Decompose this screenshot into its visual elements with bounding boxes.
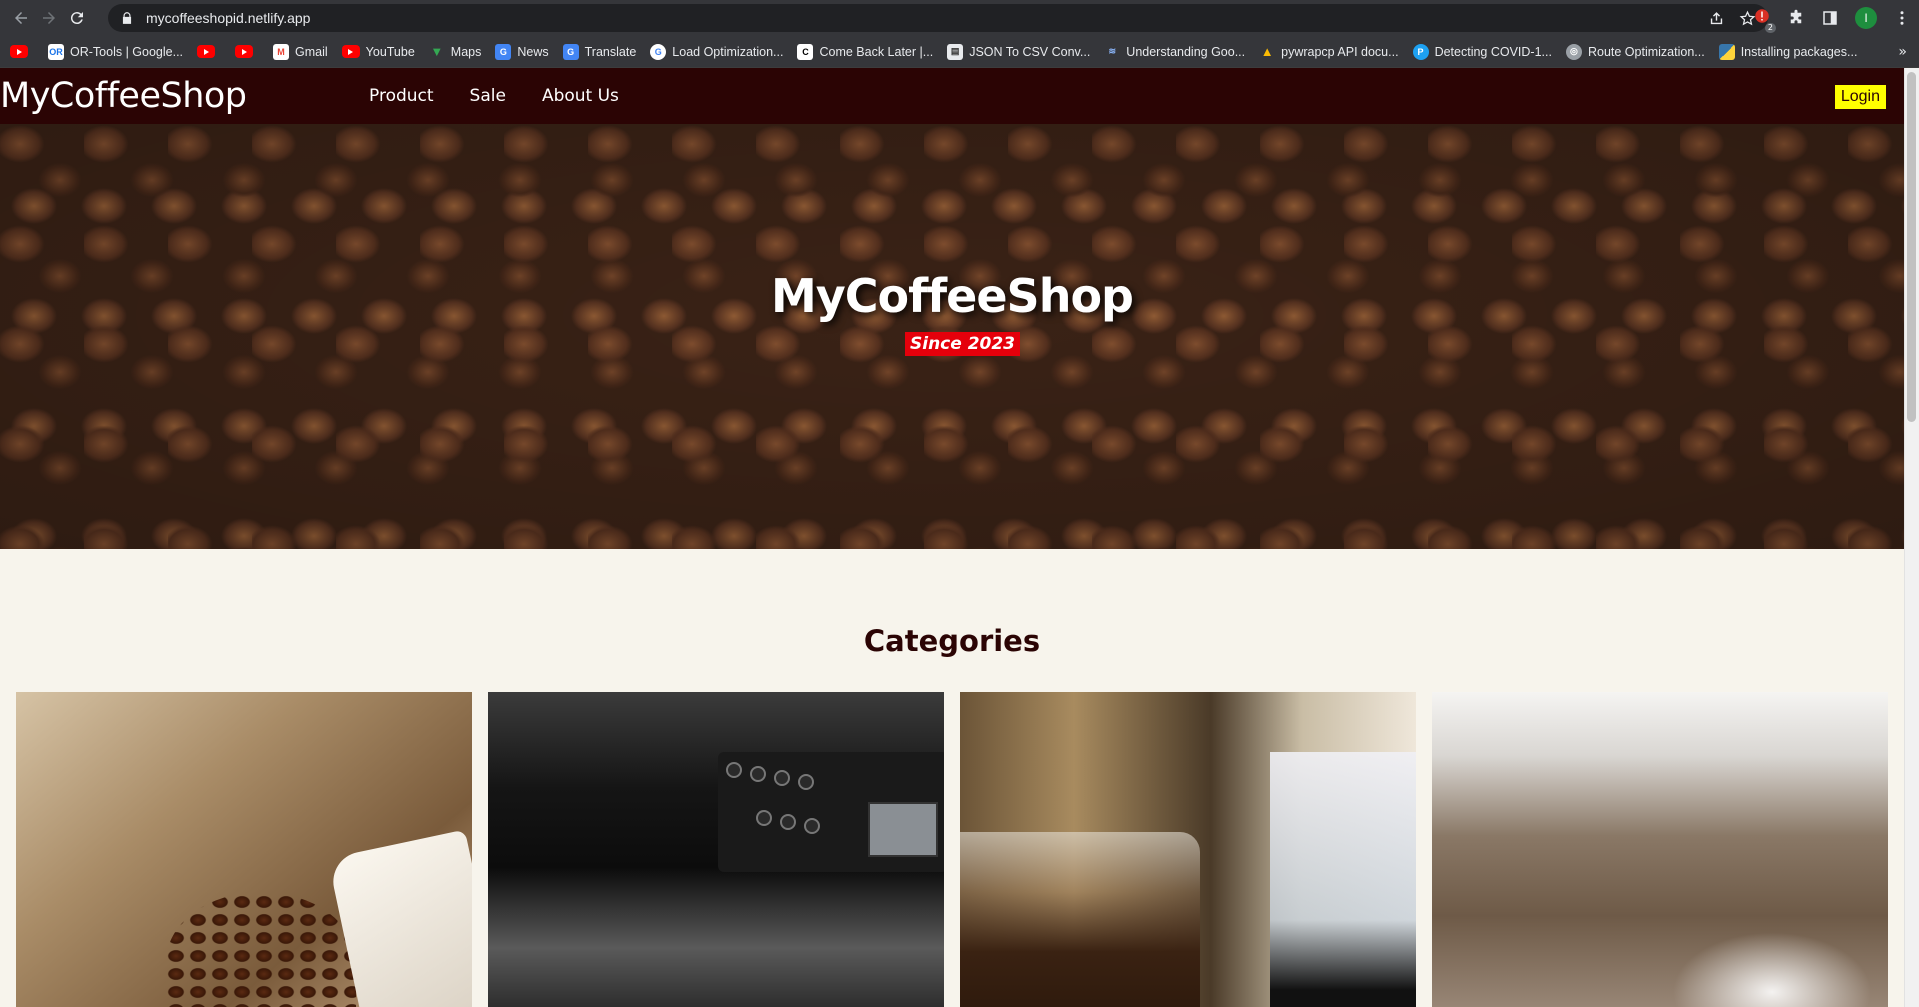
category-card-steam[interactable] <box>1432 692 1888 1007</box>
bookmark-translate[interactable]: G Translate <box>562 43 637 60</box>
python-icon <box>1718 43 1735 60</box>
machine-knob <box>780 814 796 830</box>
bookmark-label: Detecting COVID-1... <box>1434 44 1552 59</box>
bookmark-youtube-1[interactable] <box>10 45 34 58</box>
bookmark-label: Gmail <box>295 44 328 59</box>
bookmark-label: pywrapcp API docu... <box>1281 44 1399 59</box>
maps-icon: ▼ <box>430 44 444 59</box>
category-card-machine[interactable] <box>488 692 944 1007</box>
category-card-beans[interactable] <box>16 692 472 1007</box>
machine-knob <box>750 766 766 782</box>
p-icon: P <box>1412 43 1429 60</box>
category-cards <box>16 692 1888 1007</box>
scrollbar-thumb[interactable] <box>1907 72 1916 422</box>
forward-button[interactable] <box>36 5 62 31</box>
bookmark-route-optimization[interactable]: ◎ Route Optimization... <box>1565 43 1705 60</box>
youtube-icon <box>10 45 28 58</box>
grinder-jar-image <box>960 832 1200 1007</box>
google-icon: G <box>650 43 667 60</box>
bookmark-label: JSON To CSV Conv... <box>969 44 1091 59</box>
bookmark-come-back-later[interactable]: C Come Back Later |... <box>797 43 934 60</box>
bookmark-label: YouTube <box>365 44 415 59</box>
categories-heading: Categories <box>863 624 1041 658</box>
bookmark-label: Route Optimization... <box>1587 44 1705 59</box>
translate-icon: G <box>562 43 579 60</box>
bookmark-gmail[interactable]: M Gmail <box>273 43 328 60</box>
side-panel-icon[interactable] <box>1821 9 1839 27</box>
document-icon: ▤ <box>947 43 964 60</box>
grinder-image <box>1270 752 1416 1007</box>
bookmark-youtube-2[interactable] <box>197 45 221 58</box>
extension-alert-button[interactable]: 2 <box>1753 7 1776 33</box>
c-icon: C <box>797 43 814 60</box>
coffee-beans-image <box>166 892 356 1007</box>
hero-banner: MyCoffeeShop Since 2023 <box>0 124 1904 549</box>
steam-image <box>1672 932 1872 1007</box>
bookmark-label: Load Optimization... <box>672 44 784 59</box>
login-button[interactable]: Login <box>1834 85 1886 109</box>
extension-badge-count: 2 <box>1764 23 1776 33</box>
bookmark-understanding-goo[interactable]: ≋ Understanding Goo... <box>1104 44 1246 60</box>
hero-title: MyCoffeeShop <box>771 269 1134 323</box>
nav-link-sale[interactable]: Sale <box>470 86 506 106</box>
bookmarks-bar: OR OR-Tools | Google... M Gmail YouTube ▼ M… <box>0 36 1919 68</box>
site-logo[interactable]: MyCoffeeShop <box>0 76 247 116</box>
browser-toolbar: mycoffeeshopid.netlify.app 2 I <box>0 0 1919 36</box>
arrow-right-icon <box>43 12 55 24</box>
bookmark-maps[interactable]: ▼ Maps <box>429 44 482 60</box>
back-button[interactable] <box>8 5 34 31</box>
bookmark-load-optimization[interactable]: G Load Optimization... <box>650 43 784 60</box>
drive-icon: ▲ <box>1260 44 1274 59</box>
site-navbar: MyCoffeeShop Product Sale About Us Login <box>0 68 1904 124</box>
globe-icon: ◎ <box>1565 43 1582 60</box>
nav-link-product[interactable]: Product <box>369 86 434 106</box>
bookmark-installing-packages[interactable]: Installing packages... <box>1718 43 1858 60</box>
bookmark-label: News <box>517 44 549 59</box>
since-badge: Since 2023 <box>905 332 1021 356</box>
bookmark-json-to-csv[interactable]: ▤ JSON To CSV Conv... <box>947 43 1091 60</box>
machine-screen-image <box>868 802 938 857</box>
page-viewport: MyCoffeeShop Product Sale About Us Login… <box>0 68 1919 1007</box>
bookmark-youtube-3[interactable] <box>235 45 259 58</box>
bookmarks-overflow-icon[interactable]: » <box>1898 44 1907 60</box>
machine-knob <box>756 810 772 826</box>
lock-icon <box>122 12 132 24</box>
profile-avatar[interactable]: I <box>1855 7 1877 29</box>
arrow-left-icon <box>15 12 27 24</box>
or-tools-icon: OR <box>48 43 64 60</box>
reload-icon <box>70 12 83 25</box>
bookmark-label: Maps <box>450 44 482 59</box>
youtube-icon <box>235 45 254 58</box>
youtube-icon <box>341 45 360 58</box>
bookmark-pywrapcp[interactable]: ▲ pywrapcp API docu... <box>1259 44 1399 60</box>
news-icon: G <box>495 43 512 60</box>
reload-button[interactable] <box>64 5 90 31</box>
bookmark-label: Installing packages... <box>1740 44 1858 59</box>
youtube-icon <box>197 45 216 58</box>
bookmark-news[interactable]: G News <box>495 43 549 60</box>
puzzle-icon[interactable] <box>1787 9 1805 27</box>
nav-link-about-us[interactable]: About Us <box>542 86 619 106</box>
machine-knob <box>726 762 742 778</box>
category-card-grinder[interactable] <box>960 692 1416 1007</box>
bookmark-label: OR-Tools | Google... <box>70 44 184 59</box>
bookmark-label: Translate <box>584 44 637 59</box>
bookmark-label: Come Back Later |... <box>819 44 934 59</box>
bookmark-label: Understanding Goo... <box>1126 44 1246 59</box>
bookmark-site-icon: ≋ <box>1108 46 1117 56</box>
machine-knob <box>804 818 820 834</box>
machine-knob <box>774 770 790 786</box>
page-scrollbar[interactable] <box>1904 68 1919 1007</box>
gmail-icon: M <box>273 43 290 60</box>
url-text[interactable]: mycoffeeshopid.netlify.app <box>146 10 310 26</box>
address-bar[interactable]: mycoffeeshopid.netlify.app <box>108 4 1768 32</box>
nav-links: Product Sale About Us <box>369 68 619 124</box>
more-vert-icon[interactable] <box>1893 9 1911 27</box>
bookmark-or-tools[interactable]: OR OR-Tools | Google... <box>48 43 184 60</box>
share-icon[interactable] <box>1708 10 1725 27</box>
machine-knob <box>798 774 814 790</box>
bookmark-youtube[interactable]: YouTube <box>341 44 415 59</box>
bookmark-detecting-covid[interactable]: P Detecting COVID-1... <box>1412 43 1552 60</box>
